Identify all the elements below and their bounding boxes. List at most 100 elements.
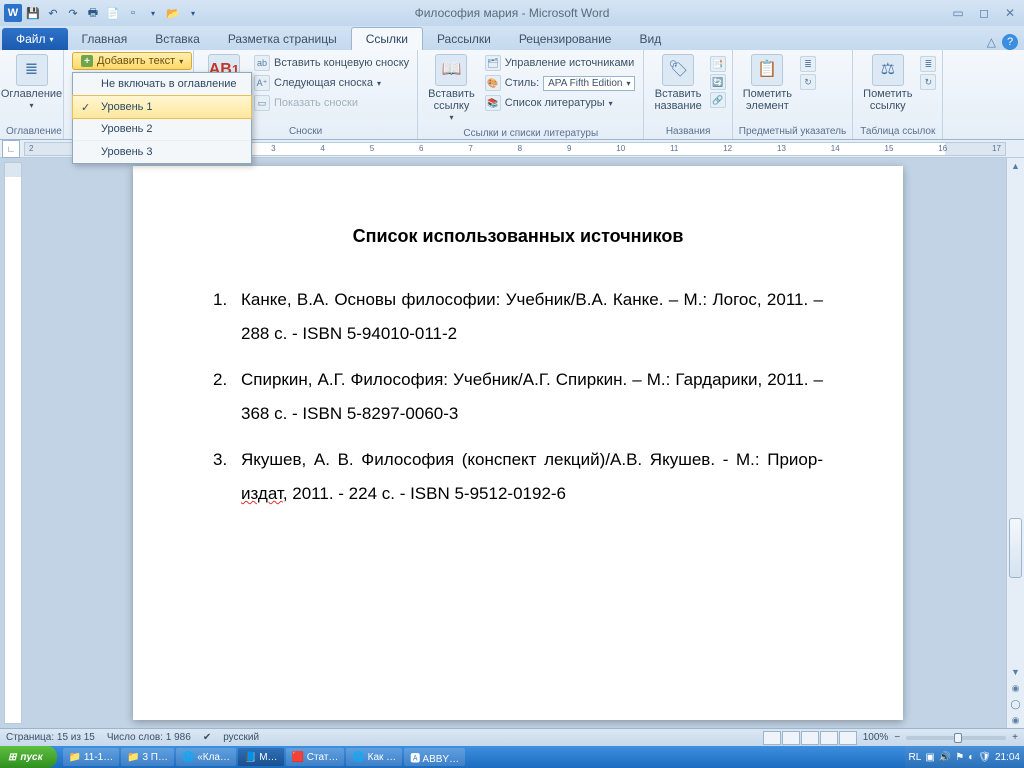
insert-caption-label: Вставить название [654,88,701,112]
menu-level-3[interactable]: Уровень 3 [73,141,251,163]
status-bar: Страница: 15 из 15 Число слов: 1 986 ✔ р… [0,728,1024,746]
ribbon-minimize-icon[interactable]: △ [987,35,996,49]
view-draft[interactable] [839,731,857,745]
tray-icon-2[interactable]: 🔊 [939,752,951,763]
status-page[interactable]: Страница: 15 из 15 [6,732,95,743]
menu-level-2[interactable]: Уровень 2 [73,118,251,141]
prev-page-icon[interactable]: ◉ [1007,680,1024,696]
view-web[interactable] [801,731,819,745]
status-words[interactable]: Число слов: 1 986 [107,732,191,743]
index-extra-icon-1[interactable]: ≣ [800,56,816,72]
zoom-slider[interactable] [906,736,1006,740]
toa-extra-icon-1[interactable]: ≣ [920,56,936,72]
style-dropdown[interactable]: APA Fifth Edition▾ [543,76,635,91]
insert-endnote-button[interactable]: abВставить концевую сноску [252,54,411,72]
toc-button[interactable]: ≣Оглавление▾ [6,52,57,114]
tray-icon-5[interactable]: 🛡 [978,752,991,763]
insert-citation-label: Вставить ссылку [428,88,475,112]
preview-icon[interactable]: 📄 [104,4,122,22]
undo-icon[interactable]: ↶ [44,4,62,22]
add-text-button[interactable]: +Добавить текст▾ [72,52,192,70]
open-icon[interactable]: 📂 [164,4,182,22]
scroll-down-icon[interactable]: ▼ [1007,664,1024,680]
view-outline[interactable] [820,731,838,745]
vertical-scrollbar[interactable]: ▲ ▼ ◉ ◯ ◉ [1006,158,1024,728]
word-icon[interactable]: W [4,4,22,22]
tab-review[interactable]: Рецензирование [505,28,626,50]
print-icon[interactable]: 🖶 [84,4,102,22]
toa-extra-icon-2[interactable]: ↻ [920,74,936,90]
browse-object-icon[interactable]: ◯ [1007,696,1024,712]
new-icon[interactable]: ▫ [124,4,142,22]
file-tab[interactable]: Файл▾ [2,28,68,50]
zoom-level[interactable]: 100% [863,732,889,743]
document-area[interactable]: Список использованных источников Канке, … [22,158,1024,728]
index-extra-icon-2[interactable]: ↻ [800,74,816,90]
tray-icon-1[interactable]: ▣ [925,752,934,763]
workspace: Список использованных источников Канке, … [0,158,1024,728]
vertical-ruler[interactable] [4,162,22,724]
caption-extra-icon-1[interactable]: 📑 [710,56,726,72]
tray-time[interactable]: 21:04 [995,752,1020,763]
style-label: Стиль: [505,77,539,89]
tab-insert[interactable]: Вставка [141,28,214,50]
taskbar-item[interactable]: 📁 11-1… [63,748,120,766]
menu-level-1[interactable]: ✓Уровень 1 [72,95,252,119]
endnote-icon: ab [254,55,270,71]
menu-no-include[interactable]: Не включать в оглавление [73,73,251,96]
zoom-in-icon[interactable]: + [1012,732,1018,743]
minimize-button[interactable]: ▭ [948,6,968,20]
taskbar-item[interactable]: 🅰 ABBY… [404,748,465,766]
zoom-out-icon[interactable]: − [894,732,900,743]
zoom-knob[interactable] [954,733,962,743]
start-button[interactable]: ⊞ пуск [0,746,57,768]
view-buttons [763,731,857,745]
tray-icon-3[interactable]: ⚑ [955,752,964,763]
ribbon-tabs: Файл▾ Главная Вставка Разметка страницы … [0,26,1024,50]
insert-citation-button[interactable]: 📖Вставить ссылку▾ [424,52,479,126]
show-footnotes-button: ▭Показать сноски [252,94,411,112]
mark-index-entry-button[interactable]: 📋Пометить элемент [739,52,796,114]
tab-selector[interactable]: ∟ [2,140,20,158]
scroll-thumb[interactable] [1009,518,1022,578]
bibliography-list: Канке, В.А. Основы философии: Учебник/В.… [213,283,823,511]
caption-extra-icon-3[interactable]: 🔗 [710,92,726,108]
taskbar-item[interactable]: 🌐 «Кла… [176,748,236,766]
toc-icon: ≣ [16,54,48,86]
tab-layout[interactable]: Разметка страницы [214,28,351,50]
taskbar-items: 📁 11-1…📁 3 П…🌐 «Кла…📘 М…🟥 Стат…🌐 Как …🅰 … [63,746,905,768]
tray-icon-4[interactable]: ◐ [968,752,974,763]
system-tray[interactable]: RL ▣ 🔊 ⚑ ◐ 🛡 21:04 [905,746,1024,768]
maximize-button[interactable]: ◻ [974,6,994,20]
status-language[interactable]: русский [223,732,259,743]
taskbar-item[interactable]: 📘 М… [238,748,284,766]
save-icon[interactable]: 💾 [24,4,42,22]
tab-mailings[interactable]: Рассылки [423,28,505,50]
mark-citation-button[interactable]: ⚖Пометить ссылку [859,52,916,114]
tab-home[interactable]: Главная [68,28,142,50]
mark-index-label: Пометить элемент [743,88,792,112]
insert-caption-button[interactable]: 🏷Вставить название [650,52,705,114]
list-item: Спиркин, А.Г. Философия: Учебник/А.Г. Сп… [213,363,823,431]
help-icon[interactable]: ? [1002,34,1018,50]
taskbar-item[interactable]: 📁 3 П… [121,748,174,766]
index-icon: 📋 [751,54,783,86]
next-footnote-button[interactable]: A⁺Следующая сноска▾ [252,74,411,92]
redo-icon[interactable]: ↷ [64,4,82,22]
scroll-up-icon[interactable]: ▲ [1007,158,1024,174]
view-fullscreen[interactable] [782,731,800,745]
manage-sources-button[interactable]: 🗂Управление источниками [483,54,638,72]
qat-more-icon[interactable]: ▾ [144,4,162,22]
qat-customize-icon[interactable]: ▾ [184,4,202,22]
taskbar-item[interactable]: 🟥 Стат… [286,748,345,766]
taskbar-item[interactable]: 🌐 Как … [346,748,402,766]
status-proofing-icon[interactable]: ✔ [203,732,211,743]
tab-references[interactable]: Ссылки [351,27,423,50]
bibliography-button[interactable]: 📚Список литературы▾ [483,94,638,112]
close-button[interactable]: ✕ [1000,6,1020,20]
next-page-icon[interactable]: ◉ [1007,712,1024,728]
caption-extra-icon-2[interactable]: 🔄 [710,74,726,90]
tab-view[interactable]: Вид [625,28,675,50]
tray-lang[interactable]: RL [909,752,922,763]
view-print-layout[interactable] [763,731,781,745]
